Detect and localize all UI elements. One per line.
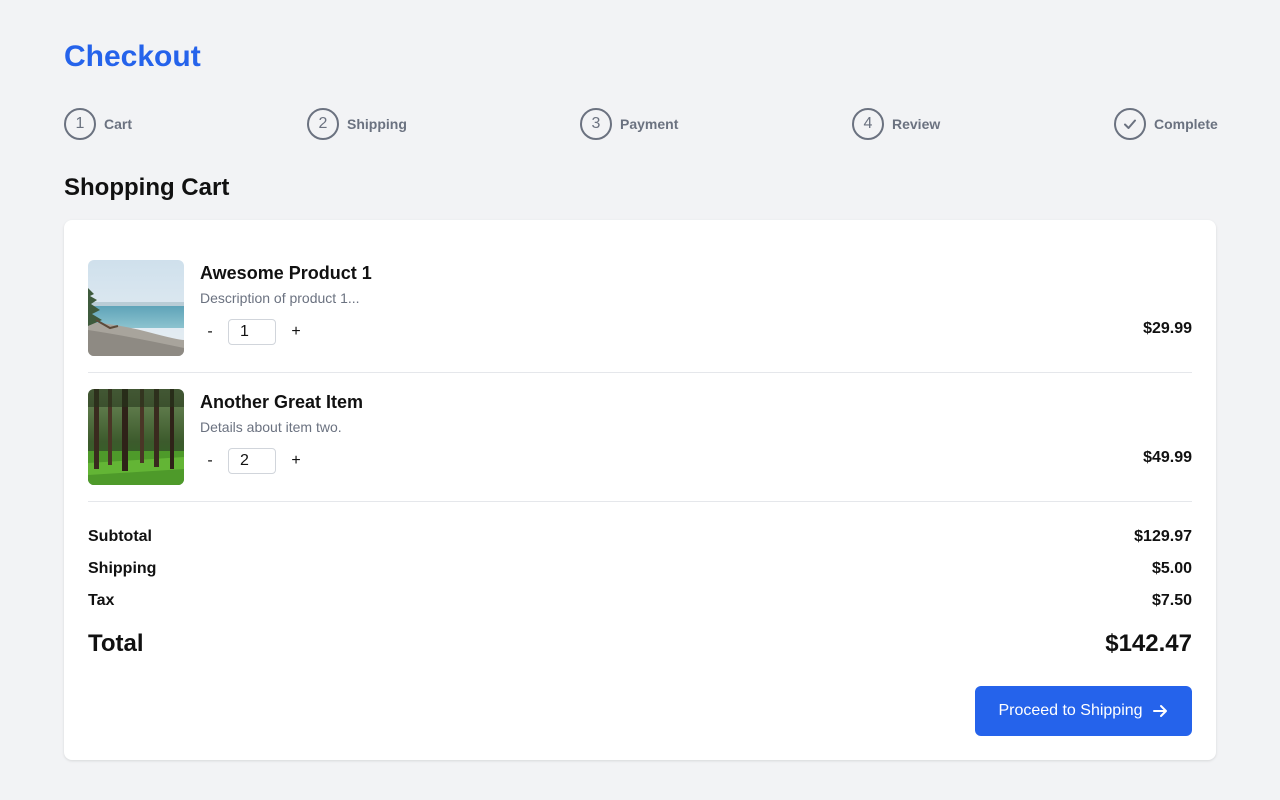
total-label: Total	[88, 630, 144, 657]
product-image	[88, 389, 184, 485]
divider	[88, 372, 1192, 373]
step-shipping[interactable]: 2 Shipping	[307, 108, 407, 140]
step-label: Complete	[1154, 116, 1218, 132]
item-price: $49.99	[1143, 449, 1192, 466]
check-icon	[1124, 119, 1136, 129]
item-name: Awesome Product 1	[200, 263, 372, 283]
step-label: Payment	[620, 116, 679, 132]
step-number: 3	[580, 108, 612, 140]
tax-label: Tax	[88, 592, 115, 609]
step-label: Review	[892, 116, 941, 132]
step-review[interactable]: 4 Review	[852, 108, 940, 140]
shipping-label: Shipping	[88, 560, 157, 577]
page-title: Checkout	[64, 40, 201, 73]
increase-quantity-button[interactable]: +	[286, 319, 306, 345]
increase-quantity-button[interactable]: +	[286, 448, 306, 474]
shipping-row: Shipping $5.00	[88, 560, 1192, 582]
step-number: 1	[64, 108, 96, 140]
step-payment[interactable]: 3 Payment	[580, 108, 678, 140]
item-description: Description of product 1...	[200, 290, 360, 306]
product-image	[88, 260, 184, 356]
divider	[88, 501, 1192, 502]
step-icon-circle	[1114, 108, 1146, 140]
proceed-button-label: Proceed to Shipping	[998, 702, 1143, 719]
step-label: Cart	[104, 116, 133, 132]
tax-row: Tax $7.50	[88, 592, 1192, 614]
tax-value: $7.50	[1151, 592, 1192, 609]
step-cart[interactable]: 1 Cart	[64, 108, 132, 140]
item-name: Another Great Item	[200, 392, 364, 412]
subtotal-value: $129.97	[1134, 528, 1192, 545]
decrease-quantity-button[interactable]: -	[200, 319, 220, 345]
proceed-to-shipping-button[interactable]: Proceed to Shipping	[975, 686, 1192, 736]
quantity-input[interactable]	[228, 319, 276, 345]
step-label: Shipping	[347, 116, 407, 132]
subtotal-label: Subtotal	[88, 528, 152, 545]
item-price: $29.99	[1143, 320, 1192, 337]
shipping-value: $5.00	[1151, 560, 1192, 577]
cart-card: Awesome Product 1 Description of product…	[64, 220, 1216, 760]
decrease-quantity-button[interactable]: -	[200, 448, 220, 474]
arrow-right-icon	[1151, 702, 1169, 720]
quantity-input[interactable]	[228, 448, 276, 474]
total-value: $142.47	[1105, 630, 1192, 657]
step-number: 4	[852, 108, 884, 140]
step-complete[interactable]: Complete	[1114, 108, 1218, 140]
item-description: Details about item two.	[200, 419, 342, 435]
step-number: 2	[307, 108, 339, 140]
section-title: Shopping Cart	[64, 174, 230, 201]
subtotal-row: Subtotal $129.97	[88, 528, 1192, 550]
cart-item: Awesome Product 1 Description of product…	[88, 260, 1192, 356]
total-row: Total $142.47	[88, 630, 1192, 664]
cart-item: Another Great Item Details about item tw…	[88, 389, 1192, 485]
checkout-stepper: 1 Cart 2 Shipping 3 Payment 4 Review Com…	[64, 108, 1218, 140]
